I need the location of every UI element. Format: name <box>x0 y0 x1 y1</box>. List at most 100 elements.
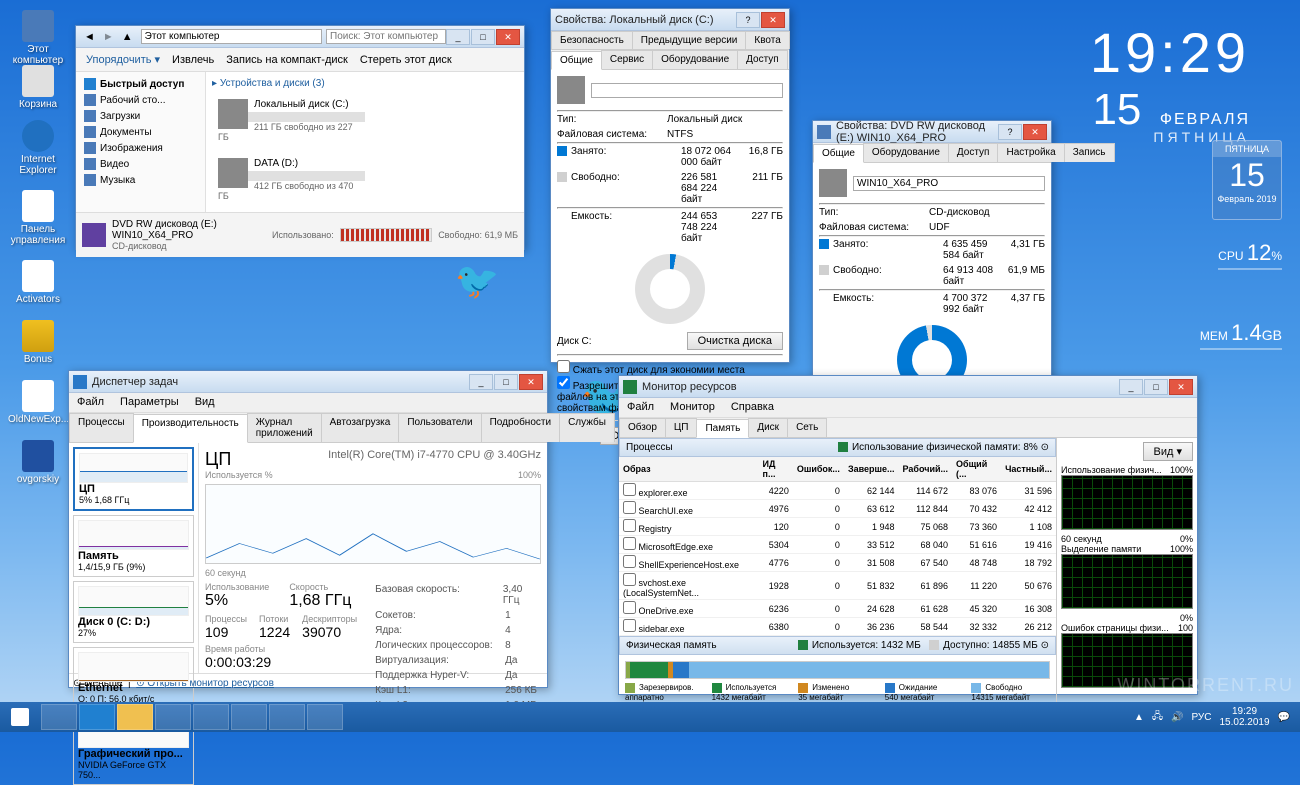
tab-general[interactable]: Общие <box>813 144 864 163</box>
forward-icon[interactable]: ► <box>103 31 114 43</box>
task-store[interactable] <box>155 704 191 730</box>
maximize-button[interactable]: □ <box>1144 379 1168 395</box>
close-button[interactable]: ✕ <box>496 29 520 45</box>
perf-cpu[interactable]: ЦП5% 1,68 ГГц <box>73 447 194 511</box>
menu-eject[interactable]: Извлечь <box>166 54 220 66</box>
menu-organize[interactable]: Упорядочить ▾ <box>80 53 166 66</box>
volume-name-input[interactable] <box>591 83 783 98</box>
menu-help[interactable]: Справка <box>723 398 782 417</box>
desktop-icon-ie[interactable]: Internet Explorer <box>8 120 68 176</box>
process-row[interactable]: MicrosoftEdge.exe5304033 51268 04051 616… <box>619 536 1056 554</box>
close-button[interactable]: ✕ <box>519 374 543 390</box>
search-input[interactable] <box>326 29 446 44</box>
task-edge[interactable] <box>231 704 267 730</box>
tab-sharing[interactable]: Доступ <box>948 143 999 162</box>
column-header[interactable]: Рабочий... <box>899 457 953 482</box>
close-button[interactable]: ✕ <box>1169 379 1193 395</box>
tray-icon[interactable]: ▲ <box>1134 712 1144 723</box>
minimize-button[interactable]: _ <box>446 29 470 45</box>
notifications-icon[interactable]: 💬 <box>1278 712 1290 723</box>
process-row[interactable]: ShellExperienceHost.exe4776031 50867 540… <box>619 554 1056 572</box>
close-button[interactable]: ✕ <box>1023 124 1047 140</box>
process-checkbox[interactable] <box>623 537 636 550</box>
tab-memory[interactable]: Память <box>696 419 749 438</box>
nav-documents[interactable]: Документы <box>80 124 201 140</box>
menu-file[interactable]: Файл <box>69 393 112 412</box>
process-checkbox[interactable] <box>623 501 636 514</box>
tab-hardware[interactable]: Оборудование <box>863 143 949 162</box>
perf-disk[interactable]: Диск 0 (C: D:)27% <box>73 581 194 643</box>
process-row[interactable]: explorer.exe4220062 144114 67283 07631 5… <box>619 482 1056 500</box>
process-row[interactable]: SearchUI.exe4976063 612112 84470 43242 4… <box>619 500 1056 518</box>
tab-services[interactable]: Службы <box>559 413 615 442</box>
lang-indicator[interactable]: РУС <box>1191 712 1211 723</box>
menu-view[interactable]: Вид <box>187 393 223 412</box>
system-tray[interactable]: ▲ 🖧 🔊 РУС 19:2915.02.2019 💬 <box>1124 706 1300 728</box>
tab-hardware[interactable]: Оборудование <box>652 50 738 69</box>
volume-icon[interactable]: 🔊 <box>1171 712 1183 723</box>
process-row[interactable]: OneDrive.exe6236024 62861 62845 32016 30… <box>619 600 1056 618</box>
network-icon[interactable]: 🖧 <box>1152 709 1163 726</box>
process-row[interactable]: svchost.exe (LocalSystemNet...1928051 83… <box>619 572 1056 600</box>
task-explorer[interactable] <box>117 704 153 730</box>
process-checkbox[interactable] <box>623 555 636 568</box>
menu-erase[interactable]: Стереть этот диск <box>354 54 458 66</box>
task-mail[interactable] <box>193 704 229 730</box>
cleanup-button[interactable]: Очистка диска <box>687 332 783 350</box>
perf-ethernet[interactable]: EthernetО: 0 П: 56,0 кбит/с <box>73 647 194 709</box>
desktop-icon-ovgorskiy[interactable]: ovgorskiy <box>8 440 68 485</box>
nav-videos[interactable]: Видео <box>80 156 201 172</box>
start-button[interactable] <box>0 702 40 732</box>
nav-pictures[interactable]: Изображения <box>80 140 201 156</box>
help-button[interactable]: ? <box>998 124 1022 140</box>
column-header[interactable]: ИД п... <box>759 457 793 482</box>
explorer-titlebar[interactable]: ◄ ► ▲ _ □ ✕ <box>76 26 524 48</box>
menu-file[interactable]: Файл <box>619 398 662 417</box>
nav-quickaccess[interactable]: Быстрый доступ <box>80 76 201 92</box>
tab-cpu[interactable]: ЦП <box>665 418 698 437</box>
nav-desktop[interactable]: Рабочий сто... <box>80 92 201 108</box>
column-header[interactable]: Заверше... <box>844 457 899 482</box>
process-checkbox[interactable] <box>623 573 636 586</box>
desktop-icon-oldnew[interactable]: OldNewExp... <box>8 380 68 425</box>
column-header[interactable]: Ошибок... <box>793 457 844 482</box>
tab-customize[interactable]: Настройка <box>997 143 1064 162</box>
process-checkbox[interactable] <box>623 601 636 614</box>
tab-tools[interactable]: Сервис <box>601 50 653 69</box>
process-checkbox[interactable] <box>623 619 636 632</box>
task-app[interactable] <box>307 704 343 730</box>
desktop-icon-activators[interactable]: Activators <box>8 260 68 305</box>
tab-disk[interactable]: Диск <box>748 418 788 437</box>
tab-prev[interactable]: Предыдущие версии <box>632 31 747 49</box>
desktop-icon-recycle[interactable]: Корзина <box>8 65 68 110</box>
task-ie[interactable] <box>79 704 115 730</box>
view-button[interactable]: Вид ▾ <box>1143 442 1193 461</box>
process-row[interactable]: sidebar.exe6380036 23658 54432 33226 212 <box>619 618 1056 636</box>
volume-name-input[interactable] <box>853 176 1045 191</box>
drive-c[interactable]: Локальный диск (C:) 211 ГБ свободно из 2… <box>214 95 369 146</box>
drive-d[interactable]: DATA (D:) 412 ГБ свободно из 470 ГБ <box>214 154 369 205</box>
process-checkbox[interactable] <box>623 519 636 532</box>
desktop-icon-cpanel[interactable]: Панель управления <box>8 190 68 246</box>
process-row[interactable]: Registry12001 94875 06873 3601 108 <box>619 518 1056 536</box>
tab-users[interactable]: Пользователи <box>398 413 481 442</box>
up-icon[interactable]: ▲ <box>122 31 133 43</box>
perf-memory[interactable]: Память1,4/15,9 ГБ (9%) <box>73 515 194 577</box>
minimize-button[interactable]: _ <box>1119 379 1143 395</box>
tab-apphistory[interactable]: Журнал приложений <box>247 413 322 442</box>
menu-options[interactable]: Параметры <box>112 393 187 412</box>
desktop-icon-bonus[interactable]: Bonus <box>8 320 68 365</box>
section-header[interactable]: ▸ Устройства и диски (3) <box>210 76 520 91</box>
menu-monitor[interactable]: Монитор <box>662 398 723 417</box>
tab-recording[interactable]: Запись <box>1064 143 1115 162</box>
maximize-button[interactable]: □ <box>471 29 495 45</box>
minimize-button[interactable]: _ <box>469 374 493 390</box>
column-header[interactable]: Общий (... <box>952 457 1001 482</box>
memory-section[interactable]: Физическая память Используется: 1432 МБ … <box>619 636 1056 655</box>
tray-clock[interactable]: 19:2915.02.2019 <box>1219 706 1269 728</box>
desktop-icon-computer[interactable]: Этот компьютер <box>8 10 68 66</box>
help-button[interactable]: ? <box>736 12 760 28</box>
tab-details[interactable]: Подробности <box>481 413 560 442</box>
tab-sharing[interactable]: Доступ <box>737 50 788 69</box>
tab-startup[interactable]: Автозагрузка <box>321 413 400 442</box>
